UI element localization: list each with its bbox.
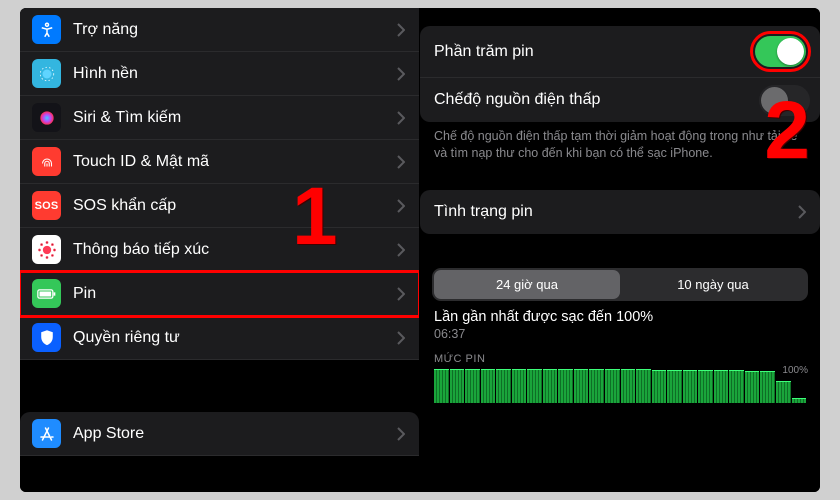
sidebar-item-wallpaper[interactable]: Hình nền: [20, 52, 419, 96]
chart-bar: [792, 398, 807, 403]
row-label: Thông báo tiếp xúc: [73, 241, 397, 259]
chart-bar: [683, 370, 698, 403]
chevron-right-icon: [397, 243, 405, 257]
battery-level-header: MỨC PIN: [434, 353, 806, 365]
settings-list: Trợ năng Hình nền Siri & Tìm kiếm Touch …: [20, 8, 420, 492]
row-label: Tình trạng pin: [434, 203, 798, 221]
chart-100pct-label: 100%: [782, 365, 808, 376]
wallpaper-icon: [32, 59, 61, 88]
row-label: Siri & Tìm kiếm: [73, 109, 397, 127]
sidebar-item-privacy[interactable]: Quyền riêng tư: [20, 316, 419, 360]
chart-bar: [636, 369, 651, 402]
row-label: Chếđộ nguồn điện thấp: [434, 91, 806, 109]
chart-bar: [450, 369, 465, 403]
sidebar-item-appstore[interactable]: App Store: [20, 412, 419, 456]
sidebar-item-touchid[interactable]: Touch ID & Mật mã: [20, 140, 419, 184]
battery-percentage-toggle[interactable]: [755, 36, 806, 67]
sidebar-item-battery[interactable]: Pin: [20, 272, 419, 316]
privacy-icon: [32, 323, 61, 352]
chart-bar: [714, 370, 729, 402]
row-label: Trợ năng: [73, 21, 397, 39]
chart-bar: [729, 370, 744, 402]
chevron-right-icon: [397, 111, 405, 125]
battery-settings: Phần trăm pin Chếđộ nguồn điện thấp Chế …: [420, 8, 820, 492]
row-label: Pin: [73, 285, 397, 303]
sidebar-item-exposure[interactable]: Thông báo tiếp xúc: [20, 228, 419, 272]
segment-10d[interactable]: 10 ngày qua: [620, 270, 806, 299]
chart-bar: [621, 369, 636, 402]
fingerprint-icon: [32, 147, 61, 176]
chevron-right-icon: [397, 331, 405, 345]
row-label: Touch ID & Mật mã: [73, 153, 397, 171]
sidebar-item-sos[interactable]: SOS SOS khẩn cấp: [20, 184, 419, 228]
chart-bar: [589, 369, 604, 403]
chevron-right-icon: [397, 155, 405, 169]
chart-bar: [574, 369, 589, 403]
chart-bar: [745, 371, 760, 403]
siri-icon: [32, 103, 61, 132]
chevron-right-icon: [397, 287, 405, 301]
battery-health-row[interactable]: Tình trạng pin: [420, 190, 820, 234]
row-label: Quyền riêng tư: [73, 329, 397, 347]
chart-bar: [496, 369, 511, 403]
chart-bar: [465, 369, 480, 403]
chart-bar: [558, 369, 573, 403]
low-power-toggle[interactable]: [759, 85, 810, 116]
exposure-icon: [32, 235, 61, 264]
battery-level-chart: 100%: [434, 369, 806, 403]
chevron-right-icon: [798, 205, 806, 219]
last-charge-label: Lần gần nhất được sạc đến 100%: [434, 309, 806, 325]
time-range-segment[interactable]: 24 giờ qua 10 ngày qua: [432, 268, 808, 301]
row-label: App Store: [73, 425, 397, 443]
chart-bar: [512, 369, 527, 403]
sidebar-item-accessibility[interactable]: Trợ năng: [20, 8, 419, 52]
chevron-right-icon: [397, 427, 405, 441]
sos-icon: SOS: [32, 191, 61, 220]
chart-bar: [667, 370, 682, 403]
row-label: Hình nền: [73, 65, 397, 83]
chevron-right-icon: [397, 23, 405, 37]
segment-24h[interactable]: 24 giờ qua: [434, 270, 620, 299]
sidebar-item-siri[interactable]: Siri & Tìm kiếm: [20, 96, 419, 140]
row-label: SOS khẩn cấp: [73, 197, 397, 215]
appstore-icon: [32, 419, 61, 448]
accessibility-icon: [32, 15, 61, 44]
chevron-right-icon: [397, 67, 405, 81]
last-charge-time: 06:37: [434, 327, 806, 341]
chart-bar: [760, 371, 775, 403]
chart-bar: [652, 370, 667, 403]
chart-bar: [605, 369, 620, 403]
chart-bar: [434, 369, 449, 403]
battery-percentage-row[interactable]: Phần trăm pin: [420, 26, 820, 78]
chart-bar: [527, 369, 542, 403]
chart-bar: [698, 370, 713, 403]
row-label: Phần trăm pin: [434, 43, 755, 61]
low-power-row[interactable]: Chếđộ nguồn điện thấp: [420, 78, 820, 122]
chart-bar: [481, 369, 496, 403]
chart-bar: [543, 369, 558, 403]
chart-bar: [776, 381, 791, 402]
battery-icon: [32, 279, 61, 308]
low-power-description: Chế độ nguồn điện thấp tạm thời giảm hoạ…: [420, 122, 820, 172]
chevron-right-icon: [397, 199, 405, 213]
